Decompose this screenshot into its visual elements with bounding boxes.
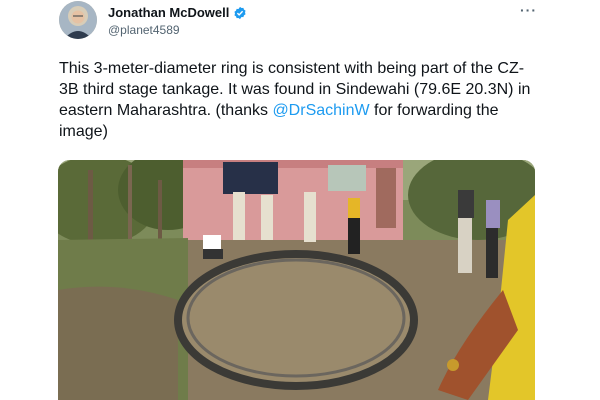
tweet-card: Jonathan McDowell @planet4589 ··· This 3… — [0, 0, 600, 400]
photo-scene — [58, 160, 535, 400]
tweet-photo[interactable] — [58, 160, 535, 400]
mention-link[interactable]: @DrSachinW — [272, 102, 369, 119]
verified-badge-icon — [234, 6, 246, 19]
more-horizontal-icon[interactable]: ··· — [520, 2, 537, 18]
tweet-text: This 3-meter-diameter ring is consistent… — [59, 58, 539, 142]
avatar[interactable] — [59, 1, 97, 39]
author-handle[interactable]: @planet4589 — [108, 23, 180, 37]
author-name-row: Jonathan McDowell — [108, 5, 247, 20]
author-name[interactable]: Jonathan McDowell — [108, 5, 229, 20]
